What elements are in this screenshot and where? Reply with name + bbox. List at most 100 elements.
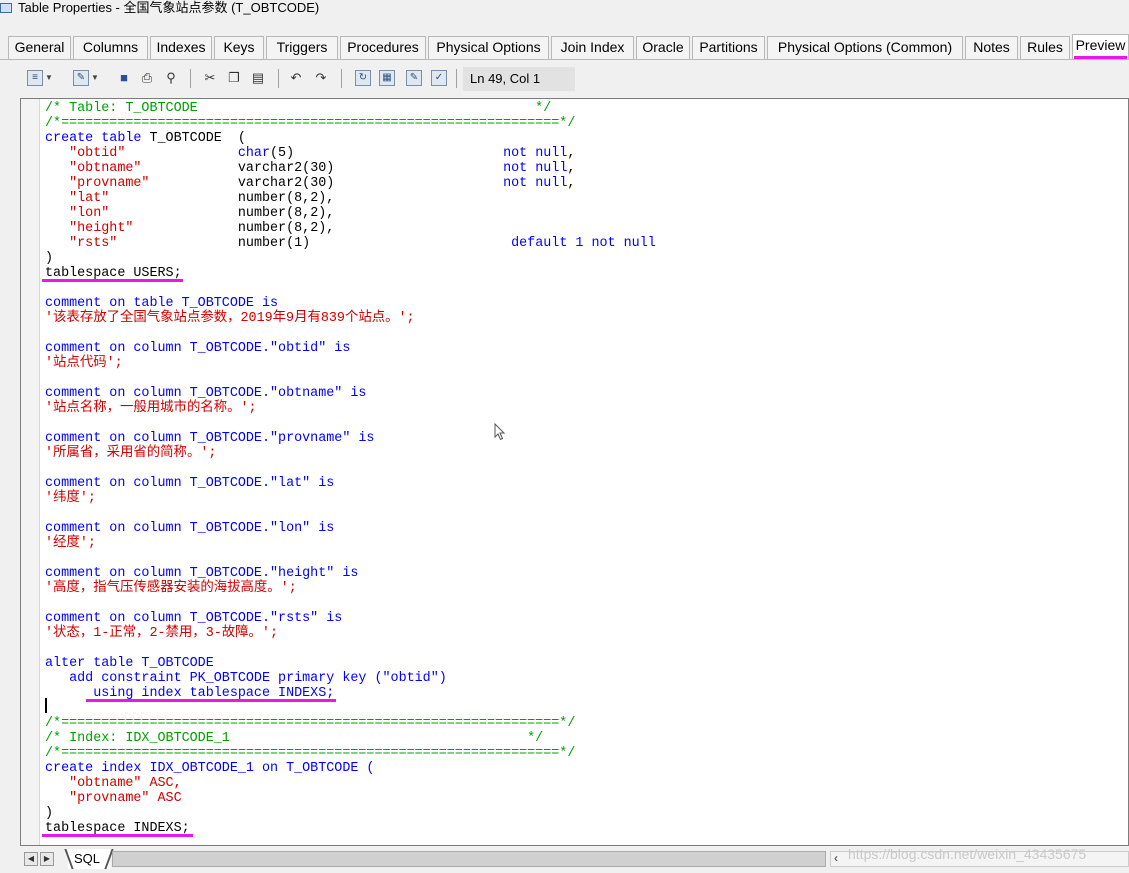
cut-icon[interactable]: ✂ <box>202 70 218 86</box>
column-constraint: not null <box>503 176 568 191</box>
column-size: (8,2) <box>286 221 327 236</box>
tab-notes[interactable]: Notes <box>965 36 1018 59</box>
column-type: number <box>237 206 287 221</box>
comment-text: '所属省，采用省的简称。'; <box>45 446 217 461</box>
window-title: Table Properties - 全国气象站点参数 (T_OBTCODE) <box>18 0 320 15</box>
keyword: create table <box>45 131 142 146</box>
column-constraint: not null <box>591 236 656 251</box>
column-name: "rsts" <box>69 236 118 251</box>
highlight-underline <box>42 834 193 837</box>
editor-gutter <box>21 99 40 845</box>
comment-text: '该表存放了全国气象站点参数，2019年9月有839个站点。'; <box>45 311 415 326</box>
dropdown-icon[interactable]: ▼ <box>45 70 53 86</box>
column-size: (1) <box>286 236 311 251</box>
highlight-underline <box>86 699 336 702</box>
comment-statement: comment on column T_OBTCODE."provname" i… <box>45 431 375 446</box>
tab-triggers[interactable]: Triggers <box>266 36 338 59</box>
tab-rules[interactable]: Rules <box>1020 36 1070 59</box>
index-column: "obtname" ASC, <box>69 776 182 791</box>
refresh-icon[interactable]: ↻ <box>355 70 371 86</box>
comment-statement: comment on column T_OBTCODE."height" is <box>45 566 359 581</box>
scroll-left-arrow-icon[interactable]: ‹ <box>834 851 838 865</box>
separator <box>341 69 342 88</box>
column-name: "height" <box>69 221 134 236</box>
comment-statement: comment on table T_OBTCODE is <box>45 296 279 311</box>
comment-text: '纬度'; <box>45 491 96 506</box>
index-column: "provname" ASC <box>69 791 182 806</box>
comment-line: /* Index: IDX_OBTCODE_1 */ <box>45 731 544 746</box>
column-name: "lon" <box>69 206 110 221</box>
tab-columns[interactable]: Columns <box>73 36 148 59</box>
separator <box>190 69 191 88</box>
comment-text: '站点代码'; <box>45 356 123 371</box>
column-default: default 1 <box>511 236 584 251</box>
tab-indexes[interactable]: Indexes <box>150 36 212 59</box>
mouse-cursor-icon <box>494 423 506 441</box>
comment-statement: comment on column T_OBTCODE."lat" is <box>45 476 335 491</box>
toolbar: ≡ ▼ ✎ ▼ ■ ⎙ ⚲ ✂ ❐ ▤ ↶ ↷ ↻ ▦ ✎ ✓ Ln 49, C… <box>20 65 1120 93</box>
column-name: "obtname" <box>69 161 142 176</box>
print-icon[interactable]: ⎙ <box>139 70 155 86</box>
add-constraint: add constraint PK_OBTCODE primary key ("… <box>69 671 447 686</box>
column-name: "lat" <box>69 191 110 206</box>
create-index: create index IDX_OBTCODE_1 on T_OBTCODE … <box>45 761 375 776</box>
view-icon[interactable]: ▦ <box>379 70 395 86</box>
paste-icon[interactable]: ▤ <box>250 70 266 86</box>
tab-oracle[interactable]: Oracle <box>636 36 690 59</box>
tab-join-index[interactable]: Join Index <box>551 36 634 59</box>
tab-physical-options-common[interactable]: Physical Options (Common) <box>767 36 963 59</box>
title-bar: Table Properties - 全国气象站点参数 (T_OBTCODE) <box>0 0 1129 18</box>
comment-line: /* Table: T_OBTCODE */ <box>45 101 552 116</box>
sql-preview-editor[interactable]: /* Table: T_OBTCODE */ /*===============… <box>20 98 1129 846</box>
sql-tab-label: SQL <box>74 851 101 866</box>
tab-edge <box>64 849 74 869</box>
comment-line: /*======================================… <box>45 716 576 731</box>
column-size: (8,2) <box>286 206 327 221</box>
comment-statement: comment on column T_OBTCODE."lon" is <box>45 521 335 536</box>
column-size: (8,2) <box>286 191 327 206</box>
column-size: (30) <box>302 161 335 176</box>
column-size: (30) <box>302 176 335 191</box>
separator <box>278 69 279 88</box>
save-icon[interactable]: ■ <box>116 70 132 86</box>
comment-line: /*======================================… <box>45 116 576 131</box>
comment-text: '状态，1-正常，2-禁用，3-故障。'; <box>45 626 279 641</box>
properties-icon[interactable]: ≡ <box>27 70 43 86</box>
edit-icon[interactable]: ✎ <box>73 70 89 86</box>
scroll-left-icon[interactable]: ◀ <box>24 852 38 866</box>
edit-script-icon[interactable]: ✎ <box>406 70 422 86</box>
alter-statement: alter table T_OBTCODE <box>45 656 214 671</box>
watermark: https://blog.csdn.net/weixin_43435675 <box>848 846 1087 862</box>
tab-general[interactable]: General <box>8 36 71 59</box>
tab-partitions[interactable]: Partitions <box>692 36 765 59</box>
undo-icon[interactable]: ↶ <box>288 70 304 86</box>
cursor-position: Ln 49, Col 1 <box>463 67 575 91</box>
redo-icon[interactable]: ↷ <box>313 70 329 86</box>
comment-text: '经度'; <box>45 536 96 551</box>
find-icon[interactable]: ⚲ <box>163 70 179 86</box>
column-constraint: not null <box>503 146 568 161</box>
dropdown-icon[interactable]: ▼ <box>91 70 99 86</box>
comment-line: /*======================================… <box>45 746 576 761</box>
comment-statement: comment on column T_OBTCODE."obtname" is <box>45 386 367 401</box>
comment-statement: comment on column T_OBTCODE."rsts" is <box>45 611 343 626</box>
sql-tab[interactable]: SQL <box>64 849 114 869</box>
copy-icon[interactable]: ❐ <box>226 70 242 86</box>
tab-strip: General Columns Indexes Keys Triggers Pr… <box>8 34 1129 59</box>
tab-procedures[interactable]: Procedures <box>340 36 426 59</box>
tab-physical-options[interactable]: Physical Options <box>428 36 549 59</box>
tab-preview[interactable]: Preview <box>1072 34 1129 59</box>
column-type: number <box>237 236 287 251</box>
column-name: "provname" <box>69 176 150 191</box>
tab-divider <box>0 59 1129 60</box>
column-type: varchar2 <box>237 176 303 191</box>
column-type: varchar2 <box>237 161 303 176</box>
comment-text: '站点名称，一般用城市的名称。'; <box>45 401 257 416</box>
horizontal-scrollbar[interactable] <box>112 851 826 867</box>
tab-keys[interactable]: Keys <box>214 36 264 59</box>
window-icon <box>0 3 12 13</box>
check-icon[interactable]: ✓ <box>431 70 447 86</box>
comment-statement: comment on column T_OBTCODE."obtid" is <box>45 341 351 356</box>
scroll-right-icon[interactable]: ▶ <box>40 852 54 866</box>
tab-preview-label: Preview <box>1075 37 1126 53</box>
